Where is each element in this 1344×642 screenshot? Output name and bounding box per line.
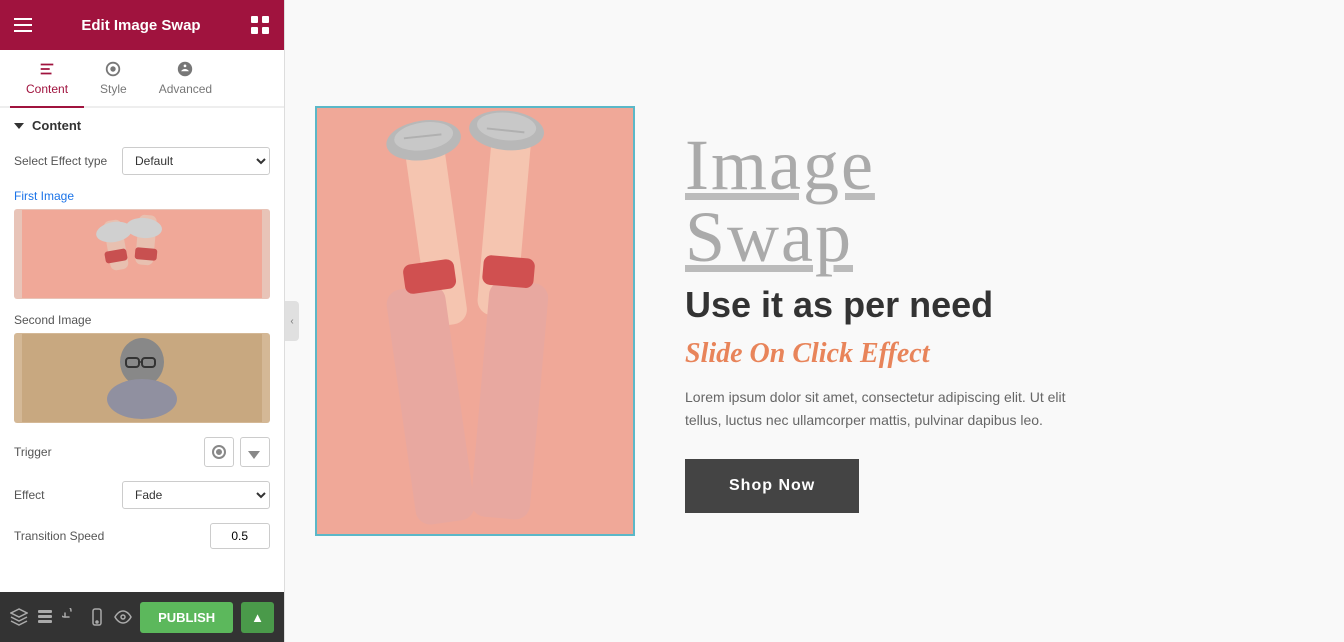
collapse-handle[interactable]: ‹: [285, 301, 299, 341]
tab-advanced[interactable]: Advanced: [143, 50, 228, 108]
trigger-label: Trigger: [14, 445, 114, 459]
heading-line2: Swap: [685, 201, 1274, 273]
transition-speed-input[interactable]: [210, 523, 270, 549]
grid-icon[interactable]: [250, 15, 270, 35]
publish-arrow-button[interactable]: ▲: [241, 602, 274, 633]
main-heading: Image Swap: [685, 129, 1274, 273]
image-preview-container: [315, 20, 635, 622]
content-section-header[interactable]: Content: [14, 118, 270, 133]
layers-icon[interactable]: [10, 603, 28, 631]
effect-text: Slide On Click Effect: [685, 338, 1274, 370]
effect-label: Effect: [14, 488, 114, 502]
lorem-text: Lorem ipsum dolor sit amet, consectetur …: [685, 386, 1085, 431]
tab-style[interactable]: Style: [84, 50, 143, 108]
effect-type-select[interactable]: Default Fade Slide: [122, 147, 270, 175]
trigger-hover-button[interactable]: [204, 437, 234, 467]
right-content: Image Swap Use it as per need Slide On C…: [665, 20, 1314, 622]
history-icon[interactable]: [62, 603, 80, 631]
panel-title: Edit Image Swap: [81, 17, 200, 34]
publish-button[interactable]: PUBLISH: [140, 602, 233, 633]
main-area: ‹: [285, 0, 1344, 642]
left-panel: Edit Image Swap Content Style: [0, 0, 285, 642]
hamburger-icon[interactable]: [14, 18, 32, 32]
transition-speed-label: Transition Speed: [14, 529, 114, 543]
section-title: Content: [32, 118, 81, 133]
bottom-bar: PUBLISH ▲: [0, 592, 284, 642]
top-bar: Edit Image Swap: [0, 0, 284, 50]
effect-row: Effect Fade Slide Zoom: [14, 481, 270, 509]
effect-type-label: Select Effect type: [14, 154, 114, 168]
shop-now-button[interactable]: Shop Now: [685, 459, 859, 513]
image-preview-box[interactable]: [315, 106, 635, 536]
transition-speed-row: Transition Speed: [14, 523, 270, 549]
second-image-thumbnail[interactable]: [14, 333, 270, 423]
first-image-thumbnail[interactable]: [14, 209, 270, 299]
panel-content: Content Select Effect type Default Fade …: [0, 108, 284, 592]
first-image-label: First Image: [14, 189, 270, 203]
first-image-section: First Image: [14, 189, 270, 299]
trigger-row: Trigger: [14, 437, 270, 467]
subheading: Use it as per need: [685, 283, 1274, 326]
trigger-click-button[interactable]: [240, 437, 270, 467]
effect-select[interactable]: Fade Slide Zoom: [122, 481, 270, 509]
mobile-icon[interactable]: [88, 603, 106, 631]
trigger-icons: [204, 437, 270, 467]
tabs-bar: Content Style Advanced: [0, 50, 284, 108]
heading-line1: Image: [685, 129, 1274, 201]
second-image-section: Second Image: [14, 313, 270, 423]
stack-icon[interactable]: [36, 603, 54, 631]
eye-icon[interactable]: [114, 603, 132, 631]
second-image-label: Second Image: [14, 313, 270, 327]
chevron-down-icon: [14, 123, 24, 129]
effect-type-row: Select Effect type Default Fade Slide: [14, 147, 270, 175]
tab-content[interactable]: Content: [10, 50, 84, 108]
preview-area: Image Swap Use it as per need Slide On C…: [285, 0, 1344, 642]
